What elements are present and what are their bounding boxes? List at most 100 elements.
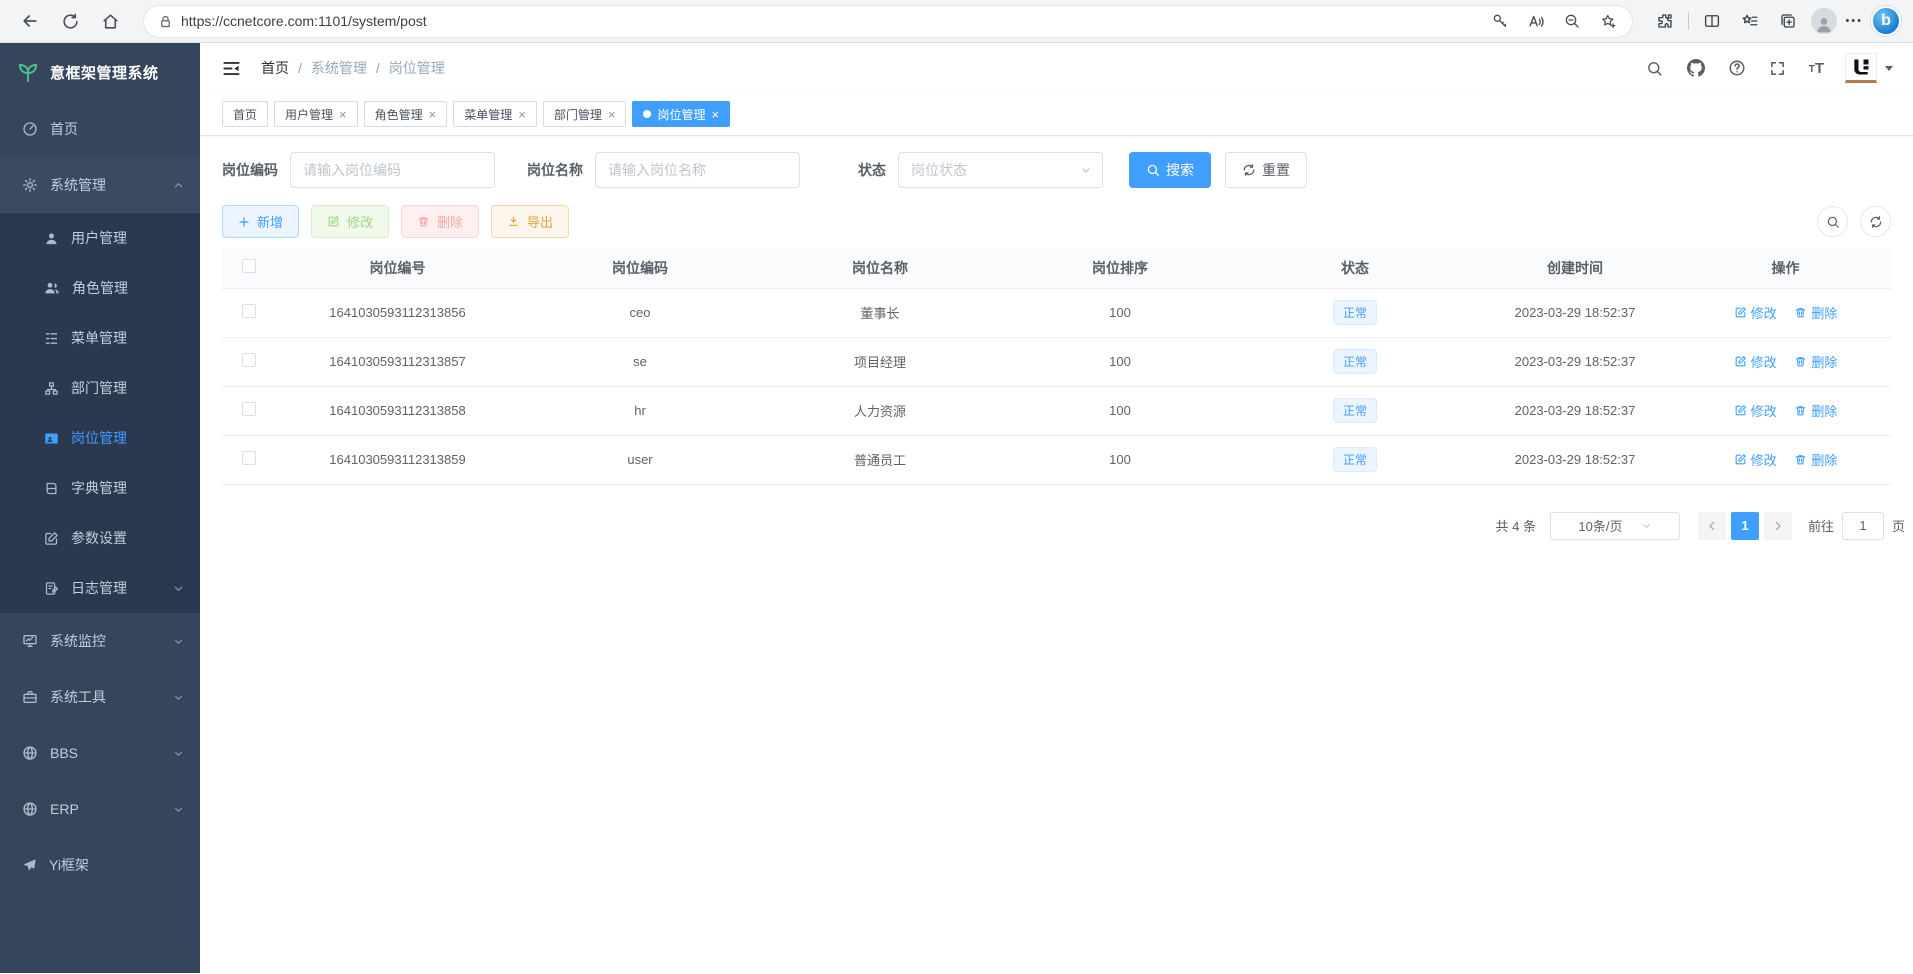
tab-close-icon[interactable]: × bbox=[608, 108, 616, 121]
tab-department-management[interactable]: 部门管理 × bbox=[543, 101, 627, 127]
cell-post-code: hr bbox=[520, 386, 760, 435]
tab-close-icon[interactable]: × bbox=[518, 108, 526, 121]
row-edit-link[interactable]: 修改 bbox=[1734, 303, 1777, 322]
post-name-input[interactable] bbox=[595, 152, 800, 188]
browser-back-button[interactable] bbox=[14, 5, 46, 37]
user-avatar-menu[interactable] bbox=[1845, 53, 1893, 83]
sidebar-collapse-icon[interactable] bbox=[222, 59, 241, 78]
table-row: 1641030593112313858 hr 人力资源 100 正常 2023-… bbox=[222, 386, 1891, 435]
help-icon[interactable] bbox=[1727, 58, 1747, 78]
chevron-down-icon bbox=[173, 583, 184, 594]
pagination-total: 共 4 条 bbox=[1496, 516, 1536, 535]
table-refresh-button[interactable] bbox=[1860, 206, 1891, 237]
read-aloud-icon[interactable] bbox=[1522, 7, 1550, 35]
next-page-button[interactable] bbox=[1764, 512, 1792, 540]
export-button[interactable]: 导出 bbox=[491, 205, 569, 238]
browser-profile-avatar[interactable] bbox=[1811, 8, 1837, 34]
app-logo[interactable]: 意框架管理系统 bbox=[0, 43, 200, 101]
search-button[interactable]: 搜索 bbox=[1129, 152, 1211, 188]
dictionary-book-icon bbox=[44, 481, 59, 496]
yi-logo-icon bbox=[1850, 57, 1872, 77]
row-checkbox[interactable] bbox=[242, 402, 256, 416]
zoom-out-icon[interactable] bbox=[1558, 7, 1586, 35]
search-icon bbox=[1826, 215, 1840, 229]
sidebar-item-yi-framework[interactable]: Yi框架 bbox=[0, 837, 200, 893]
sidebar-item-home[interactable]: 首页 bbox=[0, 101, 200, 157]
tab-close-icon[interactable]: × bbox=[429, 108, 437, 121]
table-search-toggle-button[interactable] bbox=[1817, 206, 1848, 237]
row-checkbox[interactable] bbox=[242, 451, 256, 465]
sidebar-item-label: 部门管理 bbox=[71, 378, 127, 398]
header-search-icon[interactable] bbox=[1645, 58, 1665, 78]
sidebar-item-dictionary-management[interactable]: 字典管理 bbox=[0, 463, 200, 513]
font-size-icon[interactable]: TT bbox=[1809, 61, 1824, 76]
tab-post-management[interactable]: 岗位管理 × bbox=[632, 101, 730, 127]
table-settings bbox=[1817, 206, 1891, 237]
sidebar-item-parameter-settings[interactable]: 参数设置 bbox=[0, 513, 200, 563]
tab-user-management[interactable]: 用户管理 × bbox=[274, 101, 358, 127]
row-edit-link[interactable]: 修改 bbox=[1734, 450, 1777, 469]
tab-home[interactable]: 首页 bbox=[222, 101, 268, 127]
browser-settings-more-icon[interactable]: ••• bbox=[1845, 15, 1863, 27]
column-header-actions: 操作 bbox=[1680, 248, 1891, 288]
sidebar-item-label: 日志管理 bbox=[71, 578, 127, 598]
select-all-checkbox[interactable] bbox=[242, 259, 256, 273]
breadcrumb-home[interactable]: 首页 bbox=[261, 58, 289, 78]
browser-home-button[interactable] bbox=[94, 5, 126, 37]
sidebar-item-department-management[interactable]: 部门管理 bbox=[0, 363, 200, 413]
delete-button[interactable]: 删除 bbox=[401, 205, 479, 238]
status-select[interactable]: 岗位状态 bbox=[898, 152, 1103, 188]
collections-star-icon[interactable] bbox=[1735, 6, 1765, 36]
gear-icon bbox=[22, 177, 38, 193]
address-bar[interactable]: https://ccnetcore.com:1101/system/post bbox=[144, 6, 1632, 37]
row-edit-link[interactable]: 修改 bbox=[1734, 352, 1777, 371]
row-delete-link[interactable]: 删除 bbox=[1794, 303, 1837, 322]
sidebar-item-label: 用户管理 bbox=[71, 228, 127, 248]
post-code-input[interactable] bbox=[290, 152, 495, 188]
sidebar-item-post-management[interactable]: 岗位管理 bbox=[0, 413, 200, 463]
sidebar-item-erp[interactable]: ERP bbox=[0, 781, 200, 837]
github-icon[interactable] bbox=[1686, 58, 1706, 78]
tab-close-icon[interactable]: × bbox=[711, 108, 719, 121]
pagination: 共 4 条 10条/页 1 前往 页 bbox=[200, 512, 1905, 540]
sidebar-item-bbs[interactable]: BBS bbox=[0, 725, 200, 781]
extensions-icon[interactable] bbox=[1650, 6, 1680, 36]
reset-button[interactable]: 重置 bbox=[1225, 152, 1307, 188]
post-name-label: 岗位名称 bbox=[527, 160, 583, 180]
duplicate-tab-icon[interactable] bbox=[1773, 6, 1803, 36]
url-text[interactable]: https://ccnetcore.com:1101/system/post bbox=[181, 13, 427, 29]
topbar-actions: TT bbox=[1645, 53, 1893, 83]
prev-page-button[interactable] bbox=[1698, 512, 1726, 540]
copilot-icon[interactable]: b bbox=[1871, 6, 1901, 36]
sidebar-item-label: Yi框架 bbox=[49, 855, 89, 875]
row-delete-link[interactable]: 删除 bbox=[1794, 450, 1837, 469]
tab-role-management[interactable]: 角色管理 × bbox=[364, 101, 448, 127]
password-key-icon[interactable] bbox=[1486, 7, 1514, 35]
row-checkbox[interactable] bbox=[242, 304, 256, 318]
cell-post-name: 人力资源 bbox=[760, 386, 1000, 435]
favorite-add-icon[interactable] bbox=[1594, 7, 1622, 35]
row-delete-link[interactable]: 删除 bbox=[1794, 352, 1837, 371]
cell-post-code: se bbox=[520, 337, 760, 386]
goto-page-input[interactable] bbox=[1842, 512, 1884, 540]
fullscreen-icon[interactable] bbox=[1768, 58, 1788, 78]
page-size-select[interactable]: 10条/页 bbox=[1550, 512, 1680, 540]
sidebar-item-menu-management[interactable]: 菜单管理 bbox=[0, 313, 200, 363]
page-number-current[interactable]: 1 bbox=[1731, 512, 1759, 540]
row-checkbox[interactable] bbox=[242, 353, 256, 367]
tab-close-icon[interactable]: × bbox=[339, 108, 347, 121]
browser-refresh-button[interactable] bbox=[54, 5, 86, 37]
sidebar-item-system-management[interactable]: 系统管理 bbox=[0, 157, 200, 213]
sidebar-item-log-management[interactable]: 日志管理 bbox=[0, 563, 200, 613]
sidebar-item-role-management[interactable]: 角色管理 bbox=[0, 263, 200, 313]
sidebar-item-system-tools[interactable]: 系统工具 bbox=[0, 669, 200, 725]
edit-button[interactable]: 修改 bbox=[311, 205, 389, 238]
row-delete-link[interactable]: 删除 bbox=[1794, 401, 1837, 420]
add-button[interactable]: 新增 bbox=[222, 205, 299, 238]
sidebar-item-system-monitor[interactable]: 系统监控 bbox=[0, 613, 200, 669]
split-screen-icon[interactable] bbox=[1697, 6, 1727, 36]
sidebar-item-user-management[interactable]: 用户管理 bbox=[0, 213, 200, 263]
tab-menu-management[interactable]: 菜单管理 × bbox=[453, 101, 537, 127]
row-edit-link[interactable]: 修改 bbox=[1734, 401, 1777, 420]
sidebar-item-label: 岗位管理 bbox=[71, 428, 127, 448]
